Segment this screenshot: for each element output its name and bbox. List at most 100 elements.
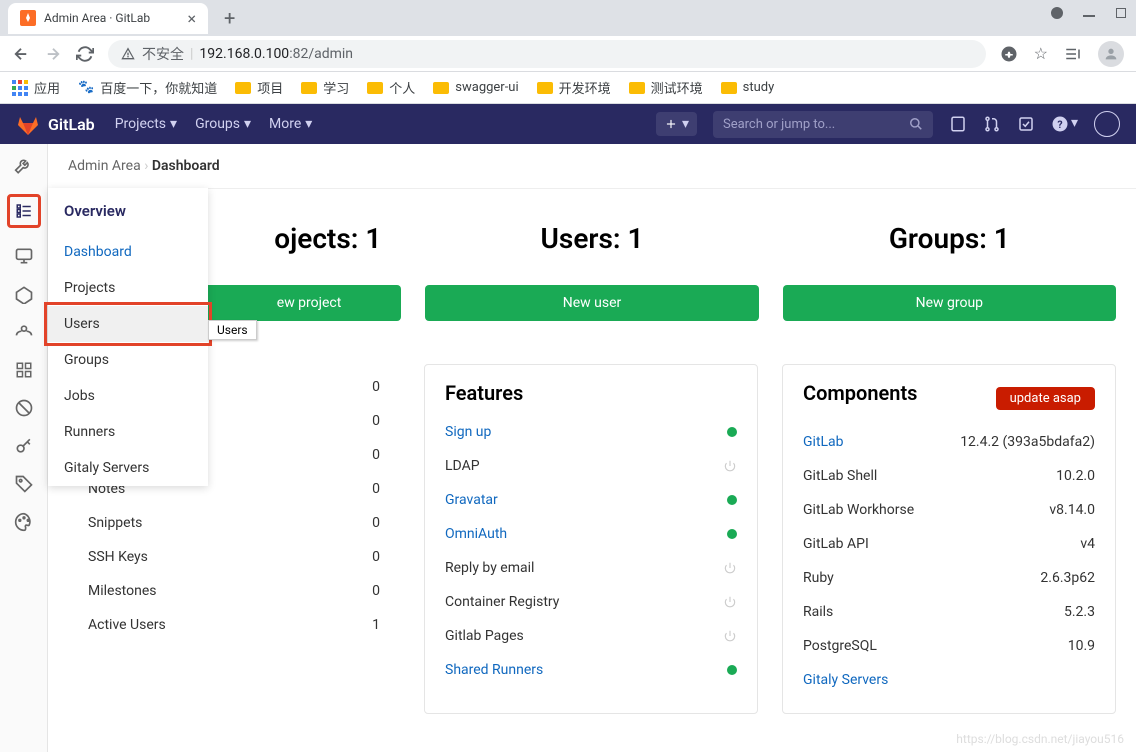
profile-avatar[interactable] [1098, 41, 1124, 67]
nav-more[interactable]: More▾ [269, 116, 312, 132]
status-on-icon [727, 529, 737, 539]
users-count: Users: 1 [425, 208, 758, 285]
components-title: Components [783, 381, 937, 415]
translate-icon[interactable] [1000, 45, 1018, 63]
chevron-down-icon: ▾ [682, 116, 689, 132]
feature-row: Gitlab Pages [425, 619, 757, 653]
sidebar-wrench-icon[interactable] [14, 156, 34, 176]
feature-label: Reply by email [445, 560, 534, 576]
reading-list-icon[interactable] [1064, 45, 1082, 63]
sidebar-abuse-icon[interactable] [14, 398, 34, 418]
window-maximize-button[interactable] [1114, 6, 1128, 20]
component-label[interactable]: Gitaly Servers [803, 672, 888, 688]
stats-row: Milestones0 [68, 574, 400, 608]
flyout-groups[interactable]: Groups [48, 342, 208, 378]
close-tab-icon[interactable]: × [187, 9, 196, 28]
flyout-dashboard[interactable]: Dashboard [48, 234, 208, 270]
forward-button[interactable] [44, 45, 62, 63]
component-label: GitLab API [803, 536, 869, 552]
stats-value: 0 [372, 447, 380, 463]
todos-icon[interactable] [1017, 115, 1035, 133]
sidebar-overview-icon[interactable] [14, 201, 34, 221]
address-bar: 不安全 | 192.168.0.100:82/admin ☆ [0, 36, 1136, 72]
component-row: GitLab Workhorsev8.14.0 [783, 493, 1115, 527]
sidebar-monitor-icon[interactable] [14, 246, 34, 266]
account-indicator-icon[interactable] [1050, 6, 1064, 20]
bookmark-study-cn[interactable]: 学习 [301, 78, 349, 97]
stats-row: Active Users1 [68, 608, 400, 642]
feature-label[interactable]: Gravatar [445, 492, 498, 508]
window-minimize-button[interactable] [1082, 6, 1096, 20]
bookmark-apps[interactable]: 应用 [12, 78, 60, 97]
merge-requests-icon[interactable] [983, 115, 1001, 133]
header-search-input[interactable]: Search or jump to... [713, 111, 933, 138]
component-value: 12.4.2 (393a5bdafa2) [960, 434, 1095, 450]
sidebar-messages-icon[interactable] [14, 284, 34, 304]
flyout-title: Overview [48, 188, 208, 234]
flyout-gitaly[interactable]: Gitaly Servers [48, 450, 208, 486]
new-group-button[interactable]: New group [783, 285, 1116, 321]
browser-tab-bar: Admin Area · GitLab × + [0, 0, 1136, 36]
feature-row: LDAP [425, 449, 757, 483]
back-button[interactable] [12, 45, 30, 63]
admin-sidebar [0, 144, 48, 752]
component-row: Rails5.2.3 [783, 595, 1115, 629]
svg-text:?: ? [1057, 118, 1062, 131]
url-input[interactable]: 不安全 | 192.168.0.100:82/admin [108, 40, 986, 68]
breadcrumb-root[interactable]: Admin Area [68, 158, 141, 174]
help-icon[interactable]: ?▾ [1051, 115, 1078, 133]
flyout-users[interactable]: Users [48, 306, 208, 342]
feature-label[interactable]: Shared Runners [445, 662, 543, 678]
feature-label[interactable]: Sign up [445, 424, 491, 440]
new-tab-button[interactable]: + [216, 6, 243, 30]
component-label[interactable]: GitLab [803, 434, 844, 450]
insecure-icon [120, 46, 136, 62]
reload-button[interactable] [76, 45, 94, 63]
gitlab-favicon [20, 10, 36, 26]
stats-label: SSH Keys [88, 549, 148, 565]
flyout-projects[interactable]: Projects [48, 270, 208, 306]
component-label: PostgreSQL [803, 638, 877, 654]
bookmark-swagger[interactable]: swagger-ui [433, 80, 518, 95]
new-dropdown-button[interactable]: ▾ [656, 112, 697, 136]
new-user-button[interactable]: New user [425, 285, 758, 321]
features-title: Features [425, 381, 757, 415]
chevron-down-icon: ▾ [305, 116, 312, 132]
flyout-runners[interactable]: Runners [48, 414, 208, 450]
bookmark-personal[interactable]: 个人 [367, 78, 415, 97]
bookmark-baidu[interactable]: 🐾百度一下，你就知道 [78, 78, 217, 97]
feature-row: Sign up [425, 415, 757, 449]
update-badge[interactable]: update asap [996, 387, 1095, 410]
user-avatar[interactable] [1094, 111, 1120, 137]
component-value: 5.2.3 [1064, 604, 1095, 620]
nav-groups[interactable]: Groups▾ [195, 116, 251, 132]
nav-projects[interactable]: Projects▾ [115, 116, 177, 132]
breadcrumb-current: Dashboard [152, 158, 220, 174]
sidebar-label-icon[interactable] [14, 474, 34, 494]
bookmark-study[interactable]: study [721, 80, 775, 95]
sidebar-key-icon[interactable] [14, 436, 34, 456]
component-value: 10.9 [1068, 638, 1095, 654]
bookmark-test-env[interactable]: 测试环境 [629, 78, 703, 97]
browser-tab[interactable]: Admin Area · GitLab × [8, 3, 208, 34]
stats-value: 0 [372, 379, 380, 395]
bookmark-dev-env[interactable]: 开发环境 [537, 78, 611, 97]
component-row: GitLab 12.4.2 (393a5bdafa2) [783, 425, 1115, 459]
stats-label: Milestones [88, 583, 157, 599]
sidebar-applications-icon[interactable] [14, 360, 34, 380]
sidebar-hooks-icon[interactable] [14, 322, 34, 342]
chevron-down-icon: ▾ [244, 116, 251, 132]
issues-icon[interactable] [949, 115, 967, 133]
power-off-icon [723, 595, 737, 609]
feature-label[interactable]: OmniAuth [445, 526, 507, 542]
gitlab-logo[interactable]: GitLab [16, 112, 95, 136]
components-panel: Components update asap GitLab 12.4.2 (393… [782, 364, 1116, 714]
sidebar-appearance-icon[interactable] [14, 512, 34, 532]
bookmark-project[interactable]: 项目 [235, 78, 283, 97]
bookmark-star-icon[interactable]: ☆ [1034, 44, 1048, 63]
breadcrumb: Admin Area › Dashboard [48, 144, 1136, 189]
flyout-jobs[interactable]: Jobs [48, 378, 208, 414]
stats-label: Active Users [88, 617, 166, 633]
component-label: Ruby [803, 570, 834, 586]
component-row: Gitaly Servers [783, 663, 1115, 697]
